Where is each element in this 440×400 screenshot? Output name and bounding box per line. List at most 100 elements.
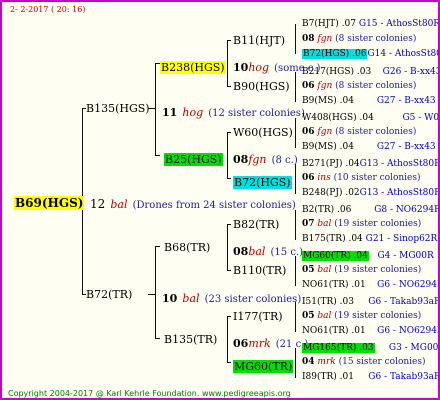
queen-b90hgs[interactable]: B90(HGS) [233, 81, 290, 92]
drones-b25hgs: 08fgn (8 c.) [233, 150, 298, 166]
name: B72(HGS) [233, 176, 292, 189]
g4-row-6[interactable]: B9(MS) .04 G27 - B-xx43 [302, 97, 436, 106]
g4-num: 06 [302, 127, 315, 137]
g4-note: (15 sister colonies) [338, 357, 426, 367]
g4-row-8: 06 fgn (8 sister colonies) [302, 128, 416, 137]
connector-b135tr-bottom [227, 362, 231, 363]
g4-row-2: 08 fgn (8 sister colonies) [302, 35, 416, 44]
g4-row-3[interactable]: B72(HGS) .06G14 - AthosSt80R [302, 49, 438, 59]
g4-note: (10 sister colonies) [333, 173, 421, 183]
name: MG60(TR) [233, 360, 294, 373]
queen-b72tr[interactable]: B72(TR) [86, 289, 132, 300]
queen-b110tr[interactable]: B110(TR) [233, 265, 286, 276]
drones-b68tr: 08bal (15 c.) [233, 242, 303, 258]
g4-row-1[interactable]: B7(HJT) .07 G15 - AthosSt80R [302, 19, 440, 29]
connector-b238hgs [227, 40, 228, 87]
g4-row-22[interactable]: MG165(TR) .03 G3 - MG00R [302, 343, 440, 353]
queen-b68tr[interactable]: B68(TR) [164, 242, 210, 253]
g4-row-9[interactable]: B9(MS) .04 G27 - B-xx43 [302, 143, 436, 152]
queen-b11hjt[interactable]: B11(HJT) [233, 35, 285, 46]
g4-row-20: 05 bal (19 sister colonies) [302, 312, 421, 321]
g4-note: (8 sister colonies) [335, 127, 417, 137]
g4-id: B2(TR) .06 [302, 205, 352, 215]
num: 11 [162, 106, 178, 119]
g4-id: I89(TR) .01 [302, 372, 354, 382]
queen-b25hgs[interactable]: B25(HGS) [164, 150, 223, 166]
queen-b238hgs[interactable]: B238(HGS) [160, 58, 226, 74]
connector-b25hgs [227, 132, 228, 179]
root-note: (Drones from 24 sister colonies) [132, 200, 296, 211]
drones-b135hgs: 11 hog (12 sister colonies) [162, 103, 305, 119]
g4-row-10[interactable]: B271(PJ) .04G13 - AthosSt80R [302, 159, 440, 169]
g4-note: (19 sister colonies) [334, 219, 422, 229]
g4-id: MG165(TR) .03 [302, 343, 375, 353]
g4-id: B217(HGS) .03 [302, 67, 372, 77]
g4-ref: G3 - MG00R [388, 343, 440, 353]
g4-num: 08 [302, 34, 315, 44]
g4-id: I51(TR) .03 [302, 297, 354, 307]
connector-b68tr-bottom [227, 270, 231, 271]
connector-b68tr [227, 224, 228, 271]
note: (12 sister colonies) [208, 108, 305, 119]
root-drones: 12 bal (Drones from 24 sister colonies) [90, 195, 296, 211]
pedigree-frame: 2- 2-2017 ( 20: 16) B69(HGS) 12 bal (Dro… [0, 0, 440, 400]
g4-ref: G13 - AthosSt80R [359, 188, 440, 198]
g4-ref: G6 - Takab93aR [368, 372, 440, 382]
g4-row-21[interactable]: NO61(TR) .01 G6 - NO6294R [302, 326, 440, 336]
g4-ref: G6 - NO6294R [377, 326, 440, 336]
g4-gen: mrk [317, 357, 336, 367]
g4-id: B175(TR) .04 [302, 234, 363, 244]
root-queen[interactable]: B69(HGS) [14, 194, 85, 210]
g4-ref: G15 - AthosSt80R [358, 19, 440, 29]
gen: hog [182, 106, 204, 119]
note: (15 c.) [270, 247, 304, 258]
connector-g4-1 [295, 24, 296, 54]
connector-g4-6 [295, 256, 296, 286]
g4-row-11: 06 ins (10 sister colonies) [302, 174, 421, 183]
name: B25(HGS) [164, 153, 223, 166]
g4-id: B271(PJ) .04 [302, 159, 360, 169]
gen: hog [248, 61, 270, 74]
queen-b82tr[interactable]: B82(TR) [233, 219, 279, 230]
g4-note: (8 sister colonies) [335, 81, 417, 91]
queen-b135tr[interactable]: B135(TR) [164, 334, 217, 345]
g4-row-7[interactable]: W408(HGS) .04 G5 - W0 [302, 113, 440, 123]
num: 06 [233, 337, 249, 350]
connector-b135tr [227, 316, 228, 363]
g4-row-15[interactable]: B175(TR) .04 G21 - Sinop62R [302, 235, 437, 244]
g4-row-13[interactable]: B2(TR) .06 G8 - NO6294R [302, 205, 438, 215]
g4-id: B9(MS) .04 [302, 96, 354, 106]
note: (23 sister colonies) [204, 294, 302, 305]
g4-id: W408(HGS) .04 [302, 113, 374, 123]
gen: mrk [248, 337, 271, 350]
g4-ref: G14 - AthosSt80R [367, 49, 438, 59]
connector-g4-2 [295, 72, 296, 102]
g4-id: B248(PJ) .02 [302, 188, 360, 198]
g4-id: NO61(TR) .01 [302, 280, 366, 290]
g4-row-18[interactable]: NO61(TR) .01 G6 - NO6294R [302, 280, 438, 290]
connector-b238hgs-top [227, 40, 231, 41]
g4-ref: G5 - W0 [402, 113, 440, 123]
timestamp: 2- 2-2017 ( 20: 16) [10, 5, 86, 14]
queen-b72hgs[interactable]: B72(HGS) [233, 173, 292, 189]
g4-row-24[interactable]: I89(TR) .01 G6 - Takab93aR [302, 372, 440, 382]
connector-b135hgs [155, 63, 156, 156]
g4-row-16[interactable]: MG60(TR) .04 G4 - MG00R [302, 251, 434, 261]
g4-num: 04 [302, 357, 315, 367]
g4-row-12[interactable]: B248(PJ) .02G13 - AthosSt80R [302, 188, 440, 198]
g4-num: 06 [302, 81, 315, 91]
g4-id: B9(MS) .04 [302, 142, 354, 152]
queen-w60hgs[interactable]: W60(HGS) [233, 127, 293, 138]
queen-i177tr[interactable]: I177(TR) [233, 311, 283, 322]
g4-row-4[interactable]: B217(HGS) .03 G26 - B-xx43 [302, 67, 438, 77]
queen-mg60tr[interactable]: MG60(TR) [233, 357, 294, 373]
gen: bal [182, 292, 200, 305]
g4-row-19[interactable]: I51(TR) .03 G6 - Takab93aR [302, 297, 440, 307]
num: 08 [233, 153, 249, 166]
connector-g4-4 [295, 164, 296, 194]
g4-ref: G13 - AthosSt80R [359, 159, 440, 169]
name: B238(HGS) [160, 61, 226, 74]
g4-ref: G6 - Takab93aR [368, 297, 440, 307]
root-num: 12 [90, 197, 106, 211]
queen-b135hgs[interactable]: B135(HGS) [86, 103, 150, 114]
